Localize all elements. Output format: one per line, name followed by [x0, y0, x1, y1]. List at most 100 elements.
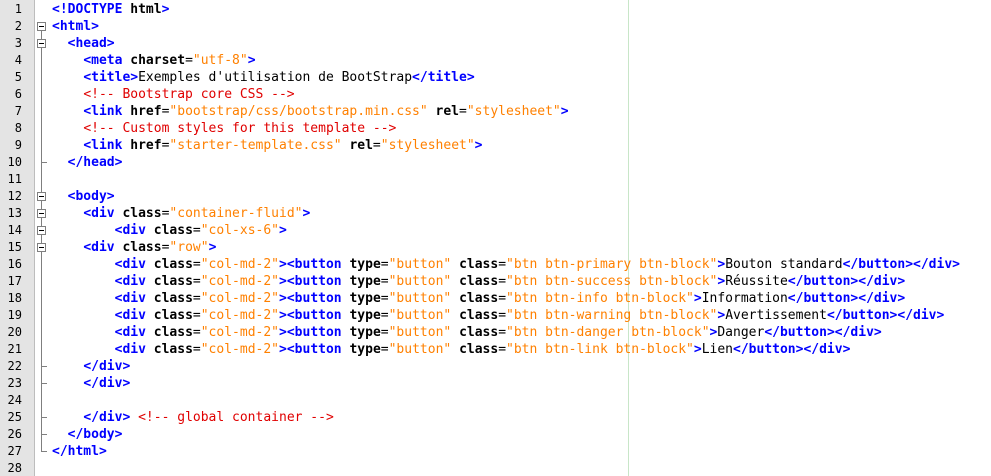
minus-box-icon[interactable] — [37, 22, 46, 31]
line-number[interactable]: 13 — [0, 205, 22, 222]
minus-box-icon[interactable] — [37, 226, 46, 235]
code-text[interactable]: <title>Exemples d'utilisation de BootStr… — [52, 69, 474, 86]
code-text[interactable]: <div class="col-md-2"><button type="butt… — [52, 256, 960, 273]
fold-toggle-icon[interactable] — [35, 205, 49, 222]
line-number[interactable]: 27 — [0, 443, 22, 460]
code-text[interactable]: <div class="row"> — [52, 239, 216, 256]
line-number[interactable]: 15 — [0, 239, 22, 256]
token-doc: = — [498, 291, 507, 306]
line-number[interactable]: 11 — [0, 171, 22, 188]
code-text[interactable]: <link href="starter-template.css" rel="s… — [52, 137, 482, 154]
code-line[interactable]: 13 <div class="container-fluid"> — [0, 205, 991, 222]
line-number[interactable]: 6 — [0, 86, 22, 103]
token-str: "col-md-2" — [200, 291, 280, 306]
code-text[interactable]: <!-- Bootstrap core CSS --> — [52, 86, 294, 103]
minus-box-icon[interactable] — [37, 192, 46, 201]
code-line[interactable]: 16 <div class="col-md-2"><button type="b… — [0, 256, 991, 273]
code-text[interactable]: </div> <!-- global container --> — [52, 409, 333, 426]
line-number[interactable]: 7 — [0, 103, 22, 120]
code-text[interactable]: <link href = "bootstrap/css/bootstrap.min.… — [52, 103, 568, 120]
code-text[interactable]: <div class="col-xs-6"> — [52, 222, 287, 239]
minus-box-icon[interactable] — [37, 243, 46, 252]
code-text[interactable]: <div class="container-fluid"> — [52, 205, 310, 222]
code-text[interactable]: <!DOCTYPE html> — [52, 1, 169, 18]
minus-box-icon[interactable] — [37, 209, 46, 218]
line-number[interactable]: 5 — [0, 69, 22, 86]
code-text[interactable]: <meta charset="utf-8"> — [52, 52, 255, 69]
minus-box-icon[interactable] — [37, 39, 46, 48]
code-text[interactable]: <!-- Custom styles for this template --> — [52, 120, 396, 137]
line-number[interactable]: 16 — [0, 256, 22, 273]
line-number[interactable]: 10 — [0, 154, 22, 171]
line-number[interactable]: 9 — [0, 137, 22, 154]
code-text[interactable]: </head> — [52, 154, 123, 171]
code-line[interactable]: 14 <div class="col-xs-6"> — [0, 222, 991, 239]
code-line[interactable]: 24 — [0, 392, 991, 409]
code-line[interactable]: 25 </div> <!-- global container --> — [0, 409, 991, 426]
code-line[interactable]: 5 <title>Exemples d'utilisation de BootS… — [0, 69, 991, 86]
code-text[interactable]: <div class="col-md-2"><button type="butt… — [52, 307, 945, 324]
code-line[interactable]: 12 <body> — [0, 188, 991, 205]
code-line[interactable]: 9 <link href="starter-template.css" rel=… — [0, 137, 991, 154]
code-line[interactable]: 27 </html> — [0, 443, 991, 460]
line-number[interactable]: 4 — [0, 52, 22, 69]
code-text[interactable]: <div class="col-md-2"><button type="butt… — [52, 324, 882, 341]
code-text[interactable]: <div class="col-md-2"><button type="butt… — [52, 273, 906, 290]
code-editor[interactable]: 1 <!DOCTYPE html> 2 <html> 3 <head> 4 <meta c… — [0, 0, 991, 476]
fold-toggle-icon[interactable] — [35, 222, 49, 239]
line-number[interactable]: 20 — [0, 324, 22, 341]
line-number[interactable]: 18 — [0, 290, 22, 307]
code-line[interactable]: 6 <!-- Bootstrap core CSS --> — [0, 86, 991, 103]
code-text[interactable]: </div> — [52, 375, 130, 392]
line-number[interactable]: 28 — [0, 460, 22, 476]
code-line[interactable]: 1 <!DOCTYPE html> — [0, 1, 991, 18]
code-line[interactable]: 19 <div class="col-md-2"><button type="b… — [0, 307, 991, 324]
code-line[interactable]: 11 — [0, 171, 991, 188]
code-text[interactable]: <body> — [52, 188, 115, 205]
fold-toggle-icon[interactable] — [35, 239, 49, 256]
code-text[interactable]: <div class="col-md-2"><button type="butt… — [52, 341, 851, 358]
fold-toggle-icon[interactable] — [35, 188, 49, 205]
line-number[interactable]: 21 — [0, 341, 22, 358]
code-line[interactable]: 21 <div class="col-md-2"><button type="b… — [0, 341, 991, 358]
code-text[interactable]: </html> — [52, 443, 107, 460]
token-tag: <div — [114, 274, 154, 289]
line-number[interactable]: 12 — [0, 188, 22, 205]
code-line[interactable]: 8 <!-- Custom styles for this template -… — [0, 120, 991, 137]
code-line[interactable]: 10 </head> — [0, 154, 991, 171]
code-line[interactable]: 3 <head> — [0, 35, 991, 52]
line-number[interactable]: 2 — [0, 18, 22, 35]
code-line[interactable]: 4 <meta charset="utf-8"> — [0, 52, 991, 69]
line-number[interactable]: 26 — [0, 426, 22, 443]
code-text[interactable]: <div class="col-md-2"><button type="butt… — [52, 290, 906, 307]
line-number[interactable]: 14 — [0, 222, 22, 239]
code-text[interactable]: <head> — [52, 35, 115, 52]
token-str: "button" — [388, 291, 452, 306]
line-number[interactable]: 8 — [0, 120, 22, 137]
code-line[interactable]: 18 <div class="col-md-2"><button type="b… — [0, 290, 991, 307]
code-line[interactable]: 20 <div class="col-md-2"><button type="b… — [0, 324, 991, 341]
code-line[interactable]: 23 </div> — [0, 375, 991, 392]
code-text[interactable]: </body> — [52, 426, 123, 443]
code-line[interactable]: 22 </div> — [0, 358, 991, 375]
code-text[interactable]: </div> — [52, 358, 130, 375]
code-text[interactable]: <html> — [52, 18, 99, 35]
code-line[interactable]: 17 <div class="col-md-2"><button type="b… — [0, 273, 991, 290]
line-number[interactable]: 24 — [0, 392, 22, 409]
fold-guide — [35, 120, 49, 137]
code-line[interactable]: 15 <div class="row"> — [0, 239, 991, 256]
fold-toggle-icon[interactable] — [35, 35, 49, 52]
code-line[interactable]: 7 <link href = "bootstrap/css/bootstrap.mi… — [0, 103, 991, 120]
line-number[interactable]: 1 — [0, 1, 22, 18]
fold-guide-line — [41, 307, 42, 324]
code-line[interactable]: 26 </body> — [0, 426, 991, 443]
line-number[interactable]: 25 — [0, 409, 22, 426]
line-number[interactable]: 3 — [0, 35, 22, 52]
code-line[interactable]: 28 — [0, 460, 991, 476]
code-line[interactable]: 2 <html> — [0, 18, 991, 35]
line-number[interactable]: 19 — [0, 307, 22, 324]
line-number[interactable]: 22 — [0, 358, 22, 375]
line-number[interactable]: 17 — [0, 273, 22, 290]
fold-toggle-icon[interactable] — [35, 18, 49, 35]
line-number[interactable]: 23 — [0, 375, 22, 392]
